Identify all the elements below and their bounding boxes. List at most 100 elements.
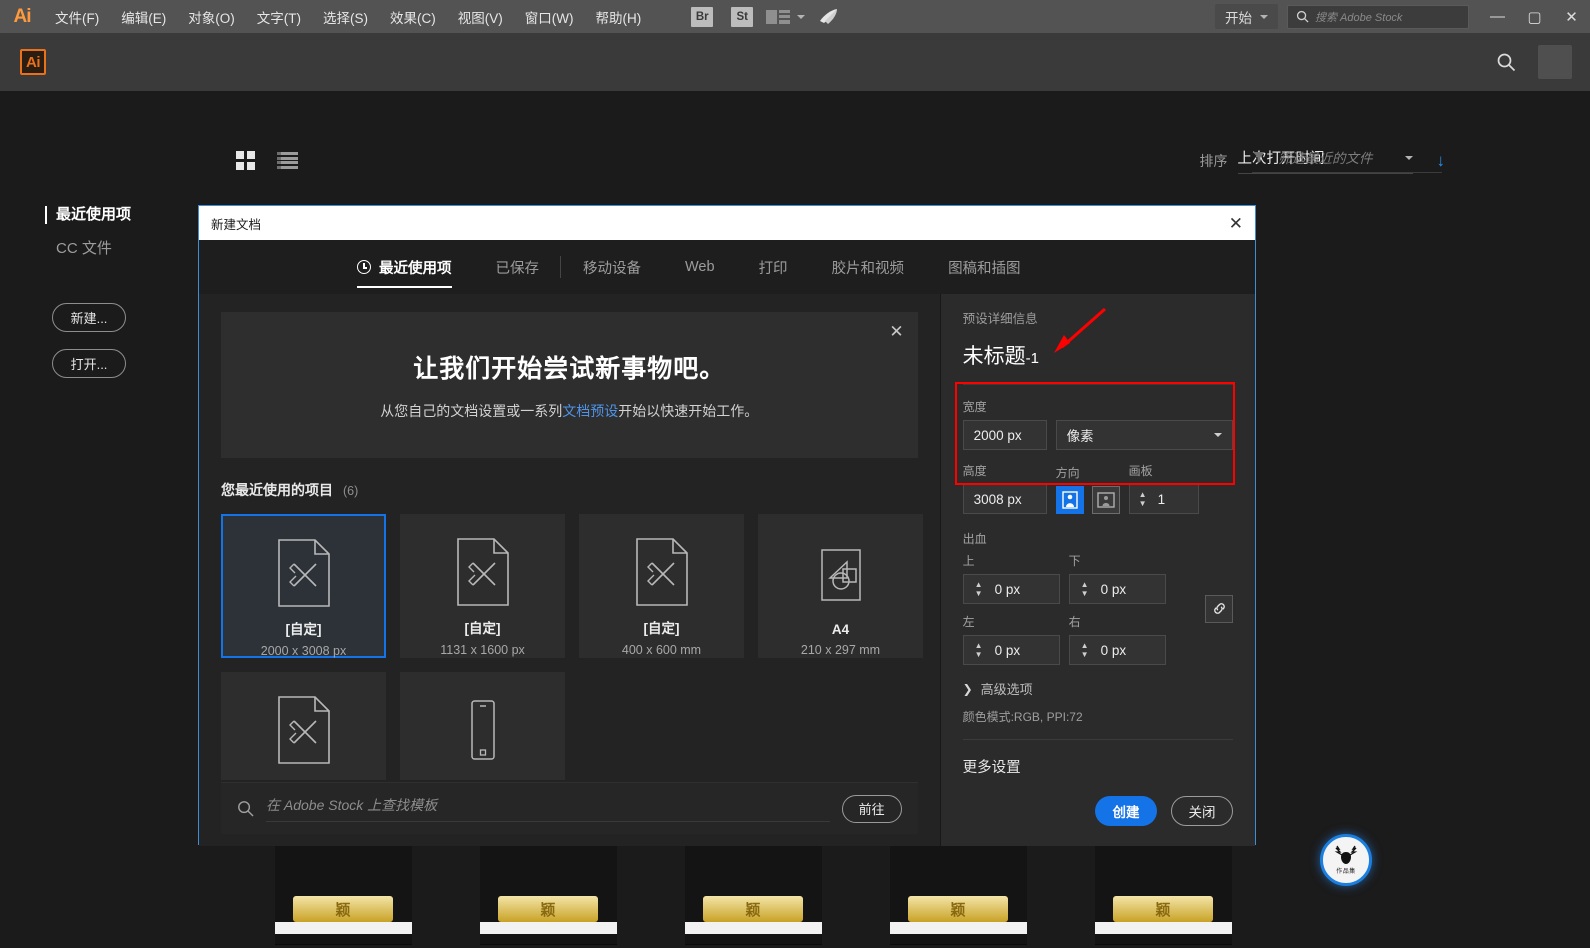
sidebar-nav: 最近使用项 CC 文件 — [0, 205, 200, 259]
menu-item-window[interactable]: 窗口(W) — [514, 0, 585, 33]
menu-item-object[interactable]: 对象(O) — [177, 0, 246, 33]
height-input[interactable]: 3008 px — [963, 484, 1047, 514]
advanced-options-toggle[interactable]: ❯ 高级选项 — [963, 679, 1233, 698]
bridge-app-button[interactable]: Br — [691, 7, 713, 27]
promo-body-before: 从您自己的文档设置或一系列 — [380, 403, 562, 419]
file-tile[interactable]: 颖 专业 可信赖金标 1.ai 12月 27日, 4:49 下午 — [685, 846, 822, 948]
preset-card-dimensions: 210 x 297 mm — [801, 643, 880, 657]
preset-card[interactable] — [221, 672, 386, 780]
preset-card-dimensions: 1131 x 1600 px — [440, 643, 525, 657]
orientation-portrait-button[interactable] — [1056, 486, 1084, 514]
link-bleed-values-icon[interactable] — [1205, 595, 1233, 623]
recent-items-count: (6) — [343, 484, 358, 498]
window-close-button[interactable]: ✕ — [1553, 0, 1590, 33]
filter-control[interactable]: 筛选最近的文件 — [1252, 147, 1442, 173]
preset-card[interactable]: A4 210 x 297 mm — [758, 514, 923, 658]
menu-item-select[interactable]: 选择(S) — [312, 0, 379, 33]
tab-art-illustration-label: 图稿和插图 — [948, 257, 1021, 278]
stock-search-input[interactable]: 搜索 Adobe Stock — [1287, 5, 1469, 29]
sidebar-item-recent[interactable]: 最近使用项 — [56, 205, 200, 225]
menu-item-file[interactable]: 文件(F) — [44, 0, 110, 33]
artboards-stepper[interactable]: ▲▼ 1 — [1129, 484, 1199, 514]
tab-recent-label: 最近使用项 — [379, 257, 452, 278]
grid-view-icon[interactable] — [236, 151, 255, 170]
goto-stock-button[interactable]: 前往 — [842, 795, 902, 823]
header-search-icon[interactable] — [1496, 52, 1516, 72]
dialog-close-icon[interactable]: ✕ — [1229, 215, 1243, 232]
menu-item-help[interactable]: 帮助(H) — [584, 0, 652, 33]
new-document-dialog: 新建文档 ✕ 最近使用项 已保存 移动设备 Web 打印 胶片和视频 — [198, 205, 1256, 845]
bleed-label: 出血 — [963, 530, 1233, 547]
preset-card[interactable]: [自定] 2000 x 3008 px — [221, 514, 386, 658]
document-presets-link[interactable]: 文档预设 — [562, 403, 618, 419]
preset-details-label: 预设详细信息 — [963, 308, 1233, 327]
units-value: 像素 — [1067, 425, 1094, 445]
stock-template-search-input[interactable]: 在 Adobe Stock 上查找模板 — [266, 795, 830, 822]
width-input[interactable]: 2000 px — [963, 420, 1047, 450]
promo-close-icon[interactable]: ✕ — [889, 322, 903, 342]
stepper-arrows-icon: ▲▼ — [972, 643, 986, 658]
ai-logo-icon: Ai — [0, 0, 44, 33]
menu-item-effect[interactable]: 效果(C) — [379, 0, 447, 33]
width-label: 宽度 — [963, 398, 1233, 415]
bleed-left-value: 0 px — [995, 643, 1021, 658]
dialog-title: 新建文档 — [211, 214, 261, 233]
window-maximize-button[interactable]: ▢ — [1516, 0, 1553, 33]
tab-film-video-label: 胶片和视频 — [832, 257, 905, 278]
create-button[interactable]: 创建 — [1095, 796, 1157, 826]
document-name-suffix: -1 — [1026, 350, 1039, 367]
bleed-top-label: 上 — [963, 552, 1060, 569]
tab-art-illustration[interactable]: 图稿和插图 — [926, 240, 1043, 294]
tab-web[interactable]: Web — [663, 240, 737, 294]
preset-card[interactable] — [400, 672, 565, 780]
file-tile[interactable]: 颖 专业 可信赖金标 1.ai 12月 27日, 4:49 下午 — [480, 846, 617, 948]
close-button[interactable]: 关闭 — [1171, 796, 1233, 826]
tab-saved[interactable]: 已保存 — [474, 240, 562, 294]
recent-items-title: 您最近使用的项目 — [221, 480, 333, 500]
document-tools-icon — [276, 538, 332, 608]
start-workspace-button[interactable]: 开始 — [1215, 4, 1278, 29]
bleed-left-input[interactable]: ▲▼ 0 px — [963, 635, 1060, 665]
preset-card[interactable]: [自定] 400 x 600 mm — [579, 514, 744, 658]
arrange-documents-icon[interactable] — [766, 8, 790, 26]
bleed-right-input[interactable]: ▲▼ 0 px — [1069, 635, 1166, 665]
units-dropdown[interactable]: 像素 — [1056, 420, 1233, 450]
bleed-bottom-input[interactable]: ▲▼ 0 px — [1069, 574, 1166, 604]
menu-item-edit[interactable]: 编辑(E) — [110, 0, 177, 33]
tab-print[interactable]: 打印 — [737, 240, 810, 294]
bleed-top-input[interactable]: ▲▼ 0 px — [963, 574, 1060, 604]
preset-details-panel: 预设详细信息 未标题-1 宽度 2000 px 像素 — [940, 294, 1255, 846]
stepper-arrows-icon: ▲▼ — [972, 582, 986, 597]
tab-mobile[interactable]: 移动设备 — [561, 240, 663, 294]
arrange-chevron-down-icon[interactable] — [797, 15, 805, 19]
more-settings-button[interactable]: 更多设置 — [963, 756, 1233, 777]
new-document-button[interactable]: 新建... — [52, 303, 126, 332]
preset-card-name: A4 — [832, 622, 849, 637]
menu-item-type[interactable]: 文字(T) — [246, 0, 312, 33]
tab-mobile-label: 移动设备 — [583, 257, 641, 278]
height-label: 高度 — [963, 462, 1047, 479]
file-tile[interactable]: 颖 专业 可信赖金标 1.ai 12月 27日, 4:49 下午 — [1095, 846, 1232, 948]
file-tile[interactable]: 颖 专业 可信赖金标 1.ai 12月 27日, 4:49 下午 — [890, 846, 1027, 948]
ai-app-icon[interactable]: Ai — [20, 49, 46, 75]
avatar[interactable] — [1538, 45, 1572, 79]
orientation-landscape-button[interactable] — [1092, 486, 1120, 514]
recent-items-header: 您最近使用的项目 (6) — [221, 480, 940, 500]
list-view-icon[interactable] — [277, 152, 298, 169]
rocket-icon[interactable] — [817, 8, 839, 26]
preset-card[interactable]: [自定] 1131 x 1600 px — [400, 514, 565, 658]
stock-app-button[interactable]: St — [731, 7, 753, 27]
window-minimize-button[interactable]: — — [1479, 0, 1516, 33]
artwork-shapes-icon — [813, 537, 869, 612]
tab-recent[interactable]: 最近使用项 — [335, 240, 474, 294]
document-name-input[interactable]: 未标题-1 — [963, 340, 1233, 385]
stepper-arrows-icon: ▲▼ — [1078, 643, 1092, 658]
sidebar-item-cc-files[interactable]: CC 文件 — [56, 239, 200, 259]
tab-film-video[interactable]: 胶片和视频 — [810, 240, 927, 294]
file-tile[interactable]: 颖 专业 可信赖金标 1.ai 12月 27日, 4:49 下午 — [275, 846, 412, 948]
open-document-button[interactable]: 打开... — [52, 349, 126, 378]
filter-icon — [1252, 150, 1266, 164]
stock-search-placeholder: 搜索 Adobe Stock — [1315, 9, 1402, 25]
menu-item-view[interactable]: 视图(V) — [447, 0, 514, 33]
chevron-right-icon: ❯ — [963, 682, 973, 696]
